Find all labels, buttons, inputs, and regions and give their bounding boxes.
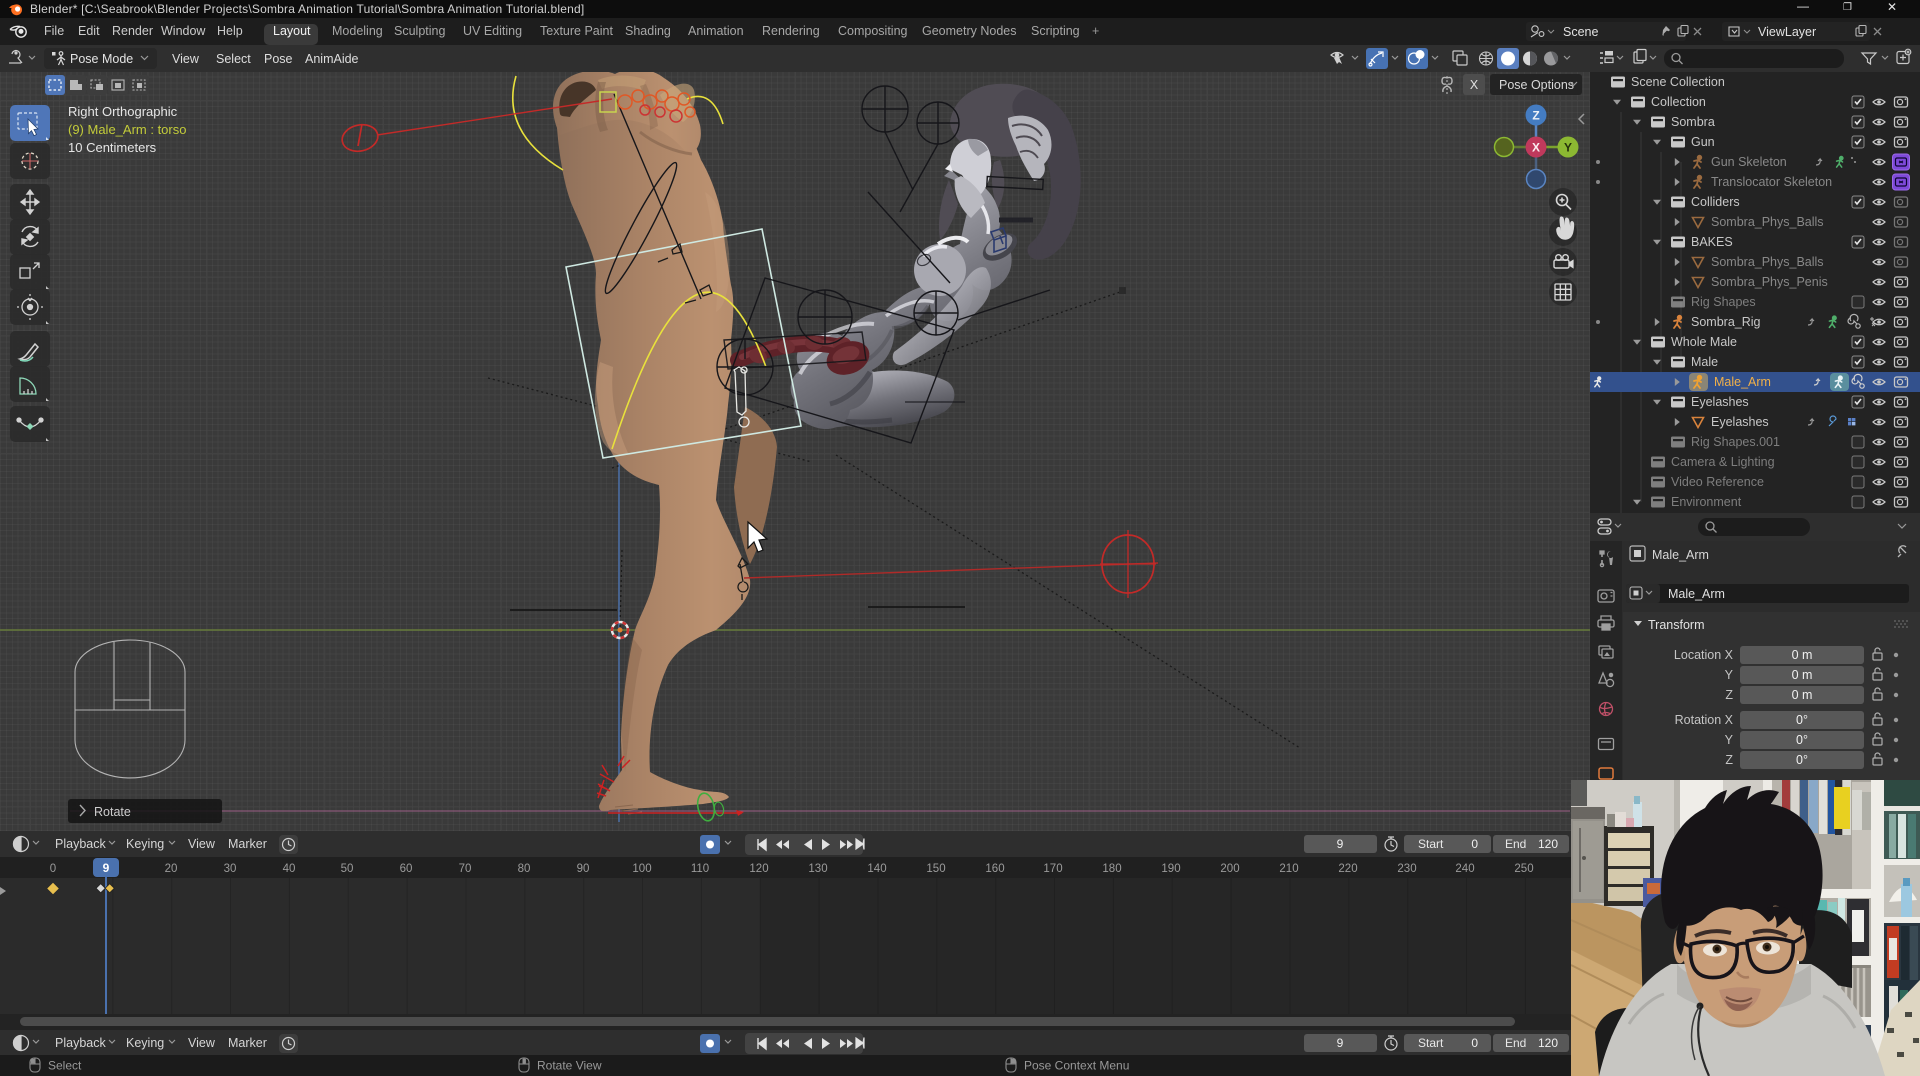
svg-text:0 m: 0 m [1792,648,1813,662]
svg-text:Pose: Pose [264,52,293,66]
svg-text:Location X: Location X [1674,648,1734,662]
svg-text:Gun Skeleton: Gun Skeleton [1711,155,1787,169]
svg-text:Y: Y [1564,141,1572,155]
svg-text:Right Orthographic: Right Orthographic [68,104,178,119]
svg-text:View: View [172,52,200,66]
svg-text:0 m: 0 m [1792,688,1813,702]
svg-text:Gun: Gun [1691,135,1715,149]
svg-text:30: 30 [224,863,237,875]
svg-text:X: X [1470,78,1479,92]
svg-text:Z: Z [1725,753,1733,767]
svg-text:AnimAide: AnimAide [305,52,359,66]
svg-text:70: 70 [459,863,472,875]
svg-text:Rig Shapes: Rig Shapes [1691,295,1756,309]
svg-text:X: X [1532,141,1540,155]
svg-text:Collection: Collection [1651,95,1706,109]
svg-text:Pose Mode: Pose Mode [70,52,133,66]
svg-text:Z: Z [1532,109,1539,123]
svg-text:0°: 0° [1796,753,1808,767]
svg-text:Male_Arm: Male_Arm [1668,587,1725,601]
svg-text:130: 130 [808,863,827,875]
svg-text:Eyelashes: Eyelashes [1711,415,1769,429]
svg-text:9: 9 [103,861,110,875]
svg-text:170: 170 [1043,863,1062,875]
svg-text:Sombra_Phys_Penis: Sombra_Phys_Penis [1711,275,1828,289]
svg-text:Sombra: Sombra [1671,115,1715,129]
svg-text:150: 150 [926,863,945,875]
svg-text:110: 110 [691,863,709,875]
svg-text:180: 180 [1102,863,1121,875]
svg-text:230: 230 [1397,863,1416,875]
svg-text:Male: Male [1691,355,1718,369]
svg-text:0 m: 0 m [1792,668,1813,682]
svg-text:Y: Y [1725,733,1734,747]
svg-text:Z: Z [1725,688,1733,702]
svg-text:Camera & Lighting: Camera & Lighting [1671,455,1775,469]
svg-text:0°: 0° [1796,713,1808,727]
svg-text:Colliders: Colliders [1691,195,1740,209]
svg-text:80: 80 [518,863,531,875]
svg-text:BAKES: BAKES [1691,235,1733,249]
svg-text:Y: Y [1725,668,1734,682]
svg-text:240: 240 [1455,863,1474,875]
svg-text:20: 20 [165,863,178,875]
svg-text:10 Centimeters: 10 Centimeters [68,140,157,155]
svg-text:120: 120 [749,863,768,875]
svg-text:Sombra_Phys_Balls: Sombra_Phys_Balls [1711,215,1824,229]
svg-text:250: 250 [1514,863,1533,875]
svg-text:ViewLayer: ViewLayer [1758,25,1816,39]
svg-text:140: 140 [867,863,886,875]
svg-text:160: 160 [985,863,1004,875]
svg-text:Environment: Environment [1671,495,1742,509]
svg-text:Sombra_Phys_Balls: Sombra_Phys_Balls [1711,255,1824,269]
svg-text:Scene Collection: Scene Collection [1631,75,1725,89]
svg-text:Select: Select [48,1059,82,1073]
svg-text:Eyelashes: Eyelashes [1691,395,1749,409]
svg-text:220: 220 [1338,863,1357,875]
svg-text:0°: 0° [1796,733,1808,747]
svg-text:100: 100 [632,863,651,875]
svg-text:40: 40 [283,863,296,875]
svg-text:Male_Arm: Male_Arm [1714,375,1771,389]
svg-text:200: 200 [1220,863,1239,875]
svg-text:Rotate View: Rotate View [537,1059,602,1073]
svg-text:Select: Select [216,52,251,66]
svg-text:Rig Shapes.001: Rig Shapes.001 [1691,435,1780,449]
svg-text:Male_Arm: Male_Arm [1652,548,1709,562]
svg-text:Sombra_Rig: Sombra_Rig [1691,315,1761,329]
svg-text:0: 0 [50,863,56,875]
svg-text:(9) Male_Arm : torso: (9) Male_Arm : torso [68,122,186,137]
svg-text:50: 50 [341,863,354,875]
svg-text:Scene: Scene [1563,25,1598,39]
svg-text:190: 190 [1161,863,1180,875]
svg-text:Pose Context Menu: Pose Context Menu [1024,1059,1129,1073]
svg-text:Transform: Transform [1648,618,1705,632]
svg-text:210: 210 [1279,863,1298,875]
svg-text:Pose Options: Pose Options [1499,78,1574,92]
svg-text:Translocator Skeleton: Translocator Skeleton [1711,175,1832,189]
svg-text:Rotation X: Rotation X [1675,713,1734,727]
svg-text:90: 90 [577,863,590,875]
svg-text:Whole Male: Whole Male [1671,335,1737,349]
svg-text:60: 60 [400,863,413,875]
svg-text:Rotate: Rotate [94,805,131,819]
svg-text:Video Reference: Video Reference [1671,475,1764,489]
